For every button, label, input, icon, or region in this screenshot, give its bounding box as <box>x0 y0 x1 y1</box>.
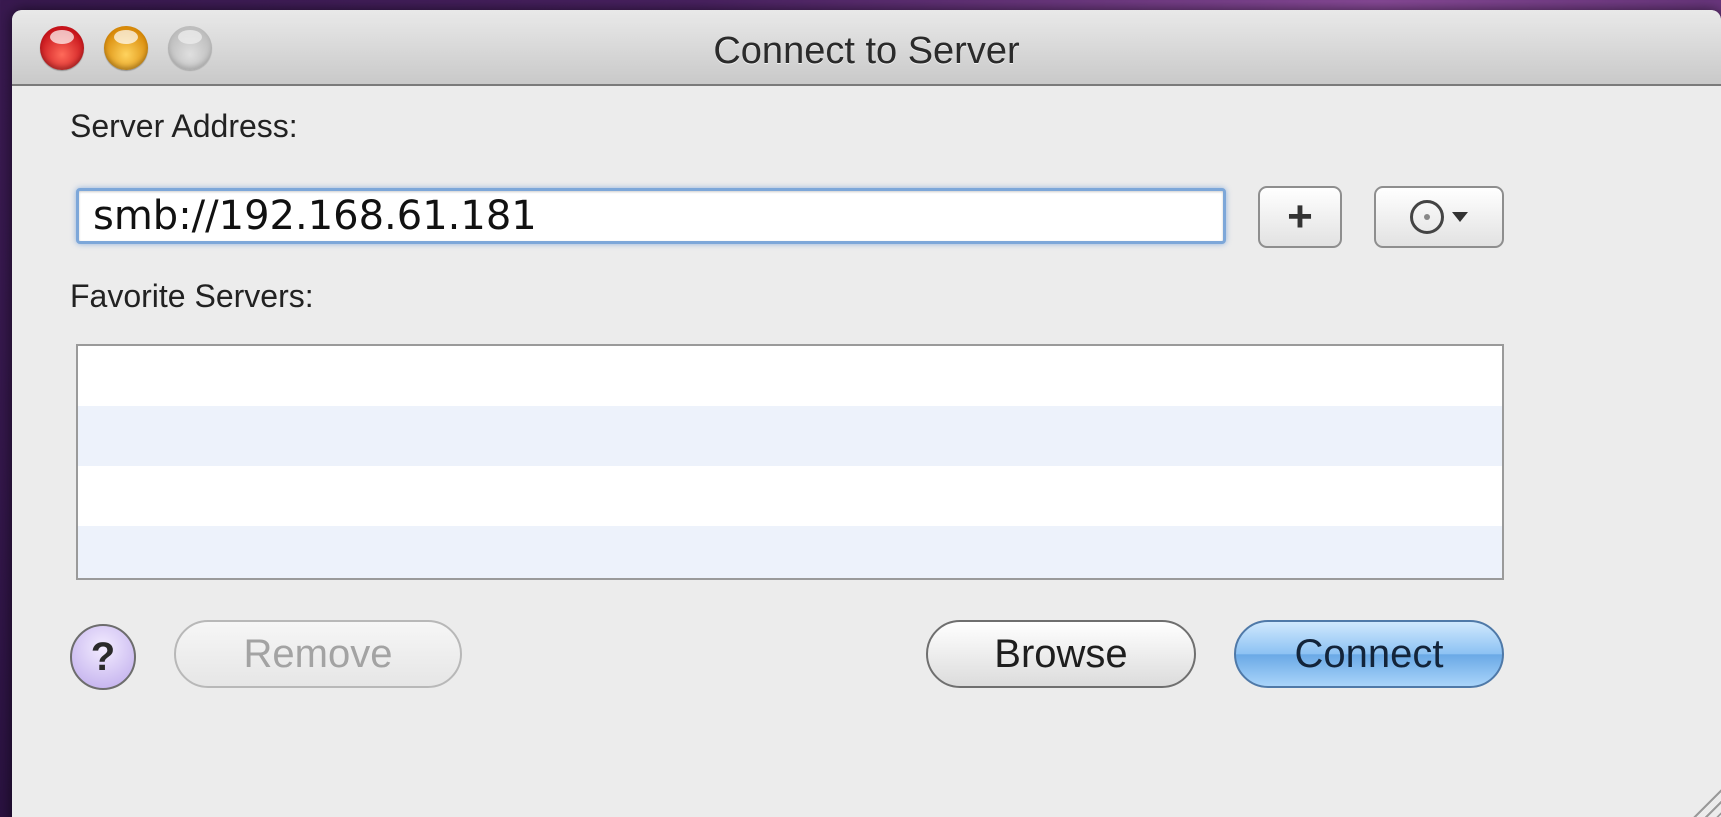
browse-button[interactable]: Browse <box>926 620 1196 688</box>
server-address-label: Server Address: <box>70 108 298 144</box>
help-icon: ? <box>90 634 116 679</box>
connect-to-server-window: Connect to Server Server Address: + Favo… <box>12 10 1721 817</box>
favorite-servers-label: Favorite Servers: <box>70 278 314 314</box>
resize-grip[interactable] <box>1681 787 1721 817</box>
caret-down-icon <box>1452 212 1468 222</box>
list-row <box>78 526 1502 578</box>
list-row <box>78 466 1502 526</box>
plus-icon: + <box>1287 192 1313 241</box>
server-address-input[interactable] <box>76 188 1226 244</box>
window-title: Connect to Server <box>713 30 1020 72</box>
recent-servers-button[interactable] <box>1374 186 1504 248</box>
help-button[interactable]: ? <box>70 624 136 690</box>
add-favorite-button[interactable]: + <box>1258 186 1342 248</box>
clock-icon <box>1410 200 1444 234</box>
list-row <box>78 346 1502 406</box>
remove-button[interactable]: Remove <box>174 620 462 688</box>
list-row <box>78 406 1502 466</box>
connect-button[interactable]: Connect <box>1234 620 1504 688</box>
title-bar[interactable]: Connect to Server <box>12 10 1721 86</box>
favorite-servers-list[interactable] <box>76 344 1504 580</box>
